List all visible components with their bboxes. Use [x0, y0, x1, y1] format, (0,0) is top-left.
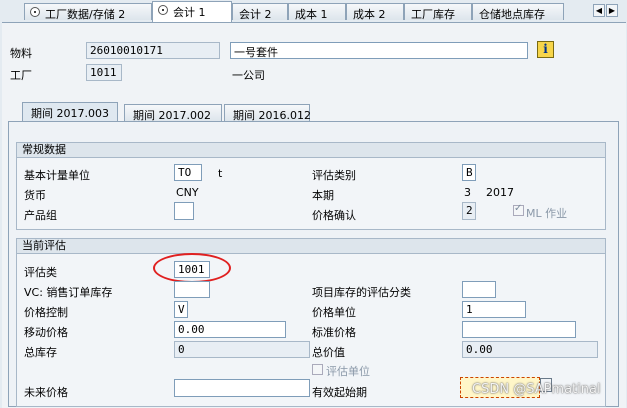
valuation-category-field[interactable]: B: [462, 164, 476, 181]
group-title: 当前评估: [17, 239, 605, 254]
tab-period-2017-002[interactable]: 期间 2017.002: [124, 104, 222, 122]
valuation-category-label: 评估类别: [312, 169, 356, 182]
plant-field[interactable]: 1011: [86, 64, 122, 81]
moving-price-label: 移动价格: [24, 326, 68, 339]
group-title: 常规数据: [17, 143, 605, 158]
price-unit-field[interactable]: 1: [462, 301, 526, 318]
top-tab-strip: 工厂数据/存储 2 会计 1 会计 2 成本 1 成本 2 工厂库存 仓储地点库…: [0, 0, 627, 22]
price-control-label: 价格控制: [24, 306, 68, 319]
tab-storage-location-stock[interactable]: 仓储地点库存: [472, 3, 564, 21]
project-stock-valuation-class-label: 项目库存的评估分类: [312, 286, 411, 299]
tab-plant-data-storage-2[interactable]: 工厂数据/存储 2: [24, 3, 152, 21]
watermark: CSDN @SAPmatinal: [472, 382, 601, 397]
total-value-label: 总价值: [312, 346, 345, 359]
tab-label: 会计 1: [173, 6, 206, 19]
tab-costing-1[interactable]: 成本 1: [288, 3, 346, 21]
valuated-unit-label: 评估单位: [326, 365, 370, 378]
total-stock-label: 总库存: [24, 346, 57, 359]
current-period-month: 3: [464, 186, 471, 199]
tab-accounting-2[interactable]: 会计 2: [232, 3, 288, 21]
tab-status-icon: [30, 7, 40, 17]
tab-label: 成本 2: [353, 8, 386, 21]
price-determination-field[interactable]: 2: [462, 202, 476, 220]
tab-plant-stock[interactable]: 工厂库存: [404, 3, 472, 21]
product-group-label: 产品组: [24, 209, 57, 222]
future-price-field[interactable]: [174, 379, 310, 397]
base-uom-field[interactable]: TO: [174, 164, 202, 181]
tab-status-icon: [158, 5, 168, 15]
current-period-label: 本期: [312, 189, 334, 202]
tab-scroll-left-icon[interactable]: ◀: [593, 4, 605, 17]
tab-label: 成本 1: [295, 8, 328, 21]
tab-label: 会计 2: [239, 8, 272, 21]
tab-scroll-right-icon[interactable]: ▶: [606, 4, 618, 17]
material-description-field[interactable]: 一号套件: [230, 42, 528, 59]
current-period-year: 2017: [486, 186, 514, 199]
material-field[interactable]: 26010010171: [86, 42, 220, 59]
vc-sales-order-stock-label: VC: 销售订单库存: [24, 286, 113, 299]
product-group-field[interactable]: [174, 202, 194, 220]
tab-label: 仓储地点库存: [479, 8, 545, 21]
price-control-field[interactable]: V: [174, 301, 188, 318]
general-data-group: 常规数据: [16, 142, 606, 230]
valuation-class-label: 评估类: [24, 266, 57, 279]
price-determination-label: 价格确认: [312, 209, 356, 222]
base-uom-unit: t: [218, 167, 223, 180]
currency-label: 货币: [24, 189, 46, 202]
highlight-circle: [153, 253, 231, 283]
total-value-field[interactable]: 0.00: [462, 341, 598, 358]
tab-period-2016-012[interactable]: 期间 2016.012: [224, 104, 311, 122]
future-price-label: 未来价格: [24, 386, 68, 399]
tab-label: 工厂库存: [411, 8, 455, 21]
tab-label: 工厂数据/存储 2: [45, 8, 126, 21]
ml-active-checkbox[interactable]: [513, 203, 524, 216]
plant-label: 工厂: [10, 69, 32, 82]
plant-description: 一公司: [232, 69, 265, 82]
vc-sales-order-stock-field[interactable]: [174, 281, 210, 298]
standard-price-field[interactable]: [462, 321, 576, 338]
currency-value: CNY: [176, 186, 199, 199]
info-icon[interactable]: i: [537, 41, 554, 58]
tab-period-2017-003[interactable]: 期间 2017.003: [22, 102, 118, 122]
tab-accounting-1[interactable]: 会计 1: [152, 1, 232, 22]
material-label: 物料: [10, 47, 32, 60]
tab-costing-2[interactable]: 成本 2: [346, 3, 404, 21]
price-unit-label: 价格单位: [312, 306, 356, 319]
project-stock-valuation-class-field[interactable]: [462, 281, 496, 298]
total-stock-field[interactable]: 0: [174, 341, 310, 358]
standard-price-label: 标准价格: [312, 326, 356, 339]
moving-price-field[interactable]: 0.00: [174, 321, 286, 338]
valid-from-label: 有效起始期: [312, 386, 367, 399]
ml-active-label: ML 作业: [526, 207, 568, 220]
tab-label: 期间 2017.003: [31, 107, 109, 120]
base-uom-label: 基本计量单位: [24, 169, 90, 182]
valuated-unit-checkbox[interactable]: [312, 364, 323, 375]
